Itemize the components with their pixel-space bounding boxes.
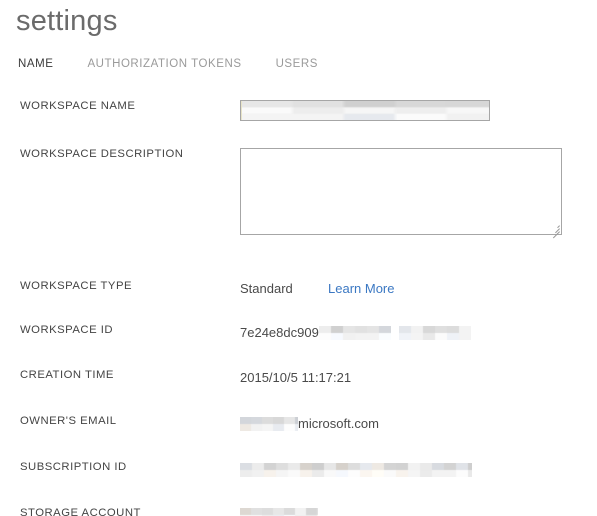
- row-workspace-id: WORKSPACE ID 7e24e8dc909: [0, 324, 597, 341]
- learn-more-link[interactable]: Learn More: [328, 281, 394, 296]
- row-workspace-name: WORKSPACE NAME: [0, 100, 597, 121]
- value-workspace-description: [240, 148, 597, 239]
- value-workspace-type: Standard Learn More: [240, 280, 597, 297]
- label-workspace-type: WORKSPACE TYPE: [20, 280, 133, 292]
- value-storage-account: [240, 507, 597, 516]
- workspace-id-visible-text: 7e24e8dc909: [240, 325, 319, 340]
- label-creation-time: CREATION TIME: [20, 369, 114, 381]
- value-creation-time: 2015/10/5 11:17:21: [240, 369, 597, 386]
- settings-form: WORKSPACE NAME WORKSPACE DESCRIPTION WOR…: [0, 90, 597, 516]
- settings-page: settings NAME AUTHORIZATION TOKENS USERS…: [0, 0, 597, 516]
- redaction-workspace-name: [241, 101, 489, 120]
- label-workspace-id: WORKSPACE ID: [20, 324, 114, 336]
- row-subscription-id: SUBSCRIPTION ID: [0, 461, 597, 477]
- value-workspace-name: [240, 100, 597, 121]
- value-workspace-id: 7e24e8dc909: [240, 324, 597, 341]
- workspace-description-textarea[interactable]: [240, 148, 562, 239]
- tab-users[interactable]: USERS: [276, 58, 318, 73]
- label-workspace-name: WORKSPACE NAME: [20, 100, 136, 112]
- label-workspace-description: WORKSPACE DESCRIPTION: [20, 148, 184, 160]
- workspace-type-value: Standard: [240, 281, 293, 296]
- row-storage-account: STORAGE ACCOUNT: [0, 507, 597, 516]
- row-workspace-description: WORKSPACE DESCRIPTION: [0, 148, 597, 239]
- tab-name[interactable]: NAME: [18, 58, 53, 73]
- creation-time-value: 2015/10/5 11:17:21: [240, 370, 352, 385]
- workspace-name-input[interactable]: [240, 100, 490, 121]
- page-title: settings: [16, 5, 118, 37]
- row-owner-email: OWNER'S EMAIL microsoft.com: [0, 415, 597, 432]
- label-subscription-id: SUBSCRIPTION ID: [20, 461, 127, 473]
- redaction-workspace-id-part2: [398, 325, 471, 340]
- redaction-owner-email: [240, 416, 298, 431]
- redaction-subscription-id: [240, 462, 472, 477]
- tab-bar: NAME AUTHORIZATION TOKENS USERS: [18, 58, 352, 73]
- label-owner-email: OWNER'S EMAIL: [20, 415, 117, 427]
- row-creation-time: CREATION TIME 2015/10/5 11:17:21: [0, 369, 597, 386]
- row-workspace-type: WORKSPACE TYPE Standard Learn More: [0, 280, 597, 297]
- redaction-storage-account: [240, 508, 318, 516]
- tab-authorization-tokens[interactable]: AUTHORIZATION TOKENS: [87, 58, 241, 73]
- input-focus-line: [241, 101, 242, 120]
- resize-handle-icon[interactable]: [549, 222, 560, 239]
- owner-email-visible-text: microsoft.com: [298, 416, 379, 431]
- value-owner-email: microsoft.com: [240, 415, 597, 432]
- label-storage-account: STORAGE ACCOUNT: [20, 506, 141, 516]
- value-subscription-id: [240, 461, 597, 477]
- redaction-workspace-id-part1: [318, 325, 391, 340]
